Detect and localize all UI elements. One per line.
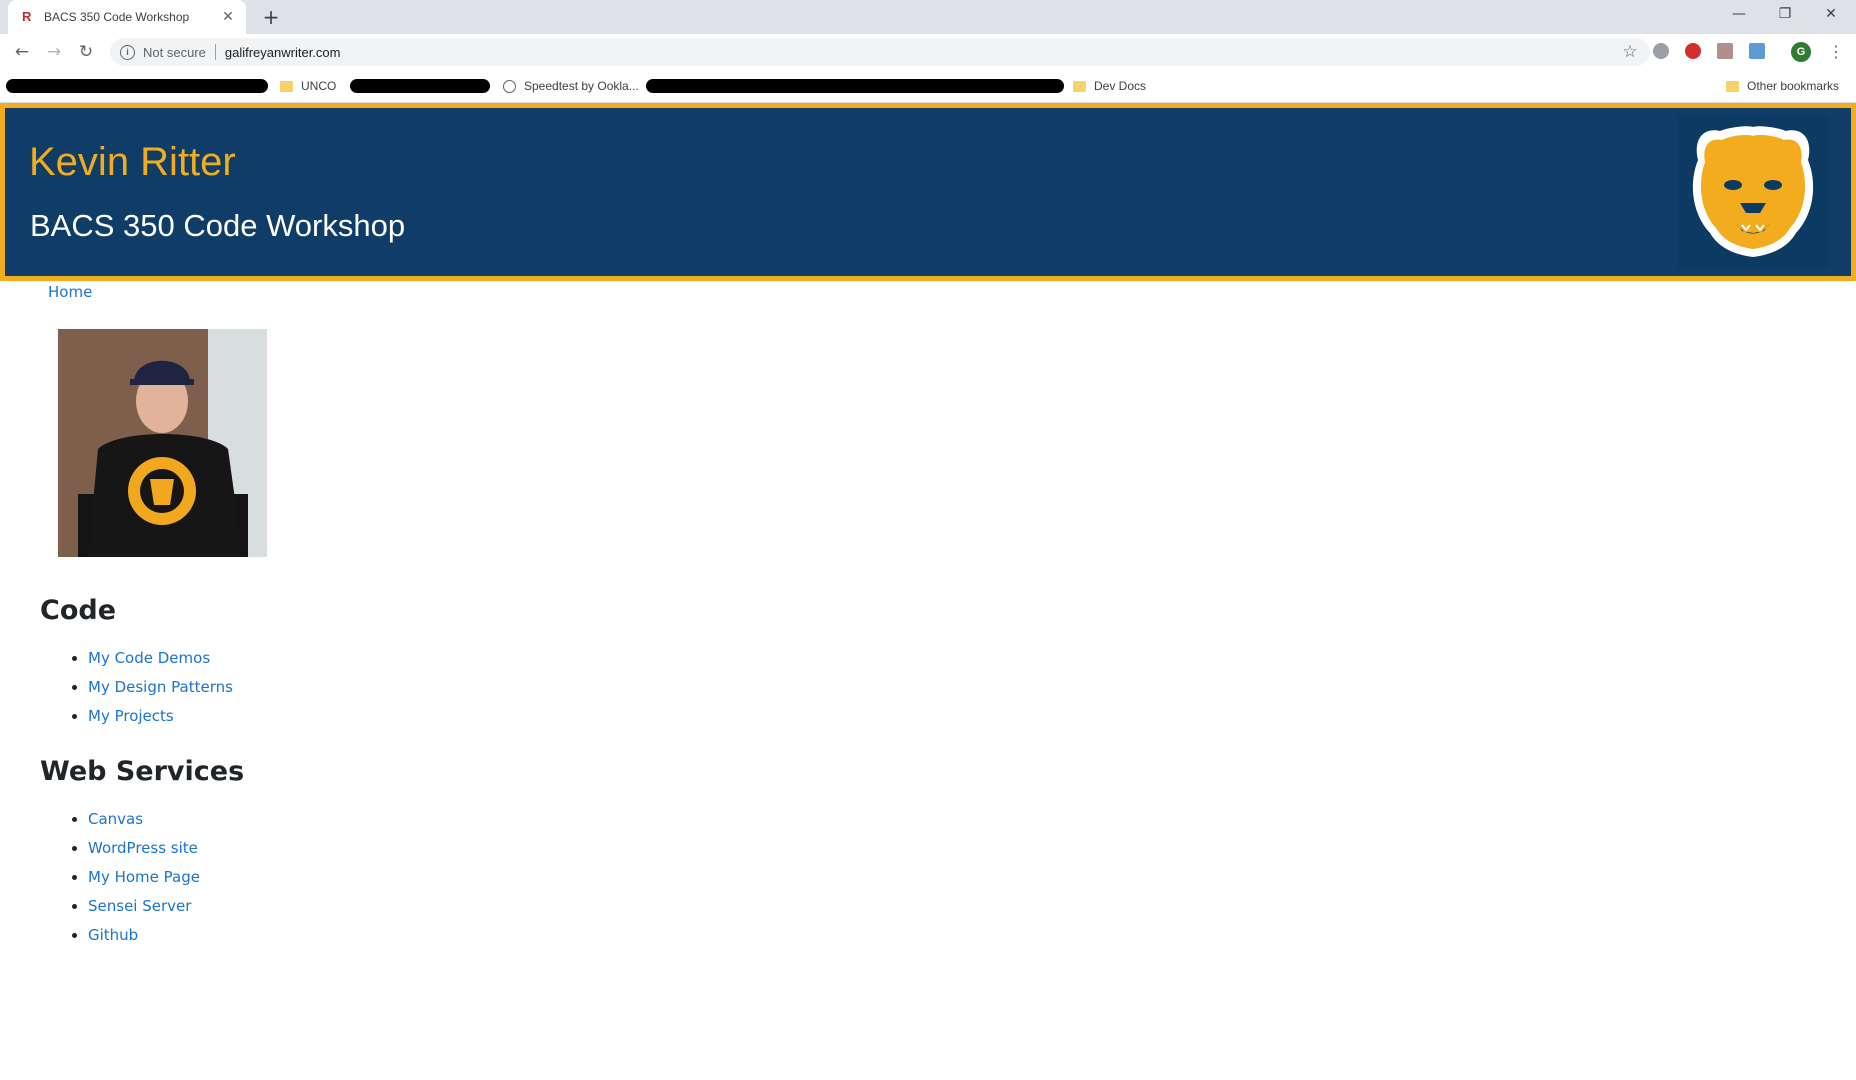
list-item: My Code Demos [88, 644, 233, 673]
code-links-list: My Code Demos My Design Patterns My Proj… [66, 644, 233, 731]
page-content: Kevin Ritter BACS 350 Code Workshop Home [0, 103, 1856, 1080]
omnibox-separator [214, 44, 216, 60]
bookmark-unco[interactable]: UNCO [280, 78, 336, 94]
redacted-bookmark [6, 79, 268, 93]
menu-icon[interactable]: ⋮ [1826, 42, 1846, 62]
list-item: Canvas [88, 805, 200, 834]
link-my-design-patterns[interactable]: My Design Patterns [88, 678, 233, 696]
web-services-links-list: Canvas WordPress site My Home Page Sense… [66, 805, 200, 950]
new-tab-button[interactable]: + [260, 6, 282, 28]
redacted-bookmark [350, 79, 490, 93]
pinterest-icon[interactable] [1685, 43, 1701, 59]
extension-icon[interactable] [1653, 43, 1669, 59]
section-title-web-services: Web Services [40, 756, 245, 787]
bookmark-other[interactable]: Other bookmarks [1726, 78, 1839, 94]
bookmark-label: Other bookmarks [1747, 79, 1840, 93]
profile-icon[interactable]: G [1791, 42, 1811, 62]
list-item: Github [88, 921, 200, 950]
info-icon[interactable]: i [120, 44, 135, 60]
link-my-projects[interactable]: My Projects [88, 707, 174, 725]
back-icon[interactable]: ← [10, 40, 34, 64]
list-item: WordPress site [88, 834, 200, 863]
redacted-bookmark [646, 79, 1064, 93]
forward-icon[interactable]: → [42, 40, 66, 64]
minimize-button[interactable]: — [1716, 0, 1762, 30]
tab-close-icon[interactable]: ✕ [220, 9, 236, 25]
site-subtitle: BACS 350 Code Workshop [30, 208, 406, 243]
folder-icon [280, 80, 293, 92]
bookmark-dev-docs[interactable]: Dev Docs [1073, 78, 1146, 94]
image-extension-icon[interactable] [1749, 43, 1765, 59]
bookmark-label: Dev Docs [1094, 79, 1147, 93]
list-item: My Design Patterns [88, 673, 233, 702]
pdf-icon[interactable] [1717, 43, 1733, 59]
list-item: My Home Page [88, 863, 200, 892]
bookmark-label: Speedtest by Ookla... [524, 79, 639, 93]
section-title-code: Code [40, 595, 117, 626]
reload-icon[interactable]: ↻ [74, 40, 98, 64]
link-github[interactable]: Github [88, 926, 138, 944]
bookmark-speedtest[interactable]: Speedtest by Ookla... [503, 78, 639, 94]
browser-toolbar: ← → ↻ i Not secure galifreyanwriter.com … [0, 34, 1856, 70]
link-my-code-demos[interactable]: My Code Demos [88, 649, 210, 667]
star-icon[interactable]: ☆ [1620, 42, 1640, 62]
list-item: Sensei Server [88, 892, 200, 921]
address-bar[interactable]: i Not secure galifreyanwriter.com ☆ [110, 38, 1650, 66]
folder-icon [1073, 80, 1086, 92]
home-link[interactable]: Home [48, 283, 92, 301]
link-canvas[interactable]: Canvas [88, 810, 143, 828]
link-sensei-server[interactable]: Sensei Server [88, 897, 191, 915]
restore-button[interactable]: ❐ [1762, 0, 1808, 30]
security-label[interactable]: Not secure [143, 45, 206, 60]
profile-photo [58, 329, 267, 557]
list-item: My Projects [88, 702, 233, 731]
speedtest-icon [503, 79, 516, 93]
bear-logo-icon [1678, 115, 1828, 269]
url-text[interactable]: galifreyanwriter.com [225, 45, 1620, 60]
link-wordpress-site[interactable]: WordPress site [88, 839, 198, 857]
site-header: Kevin Ritter BACS 350 Code Workshop [0, 103, 1856, 281]
profile-photo-svg [58, 329, 267, 557]
tab-favicon-icon: R [22, 9, 32, 24]
tab-strip: R BACS 350 Code Workshop ✕ + — ❐ ✕ [0, 0, 1856, 34]
tab-title: BACS 350 Code Workshop [44, 10, 190, 24]
bear-logo-svg [1692, 126, 1814, 257]
site-name: Kevin Ritter [29, 140, 236, 184]
browser-tab-active[interactable]: R BACS 350 Code Workshop ✕ [8, 0, 246, 34]
bookmark-label: UNCO [301, 79, 337, 93]
folder-icon [1726, 80, 1739, 92]
close-window-button[interactable]: ✕ [1808, 0, 1854, 30]
bookmarks-bar: UNCO Speedtest by Ookla... Dev Docs Othe… [0, 70, 1856, 103]
link-my-home-page[interactable]: My Home Page [88, 868, 200, 886]
